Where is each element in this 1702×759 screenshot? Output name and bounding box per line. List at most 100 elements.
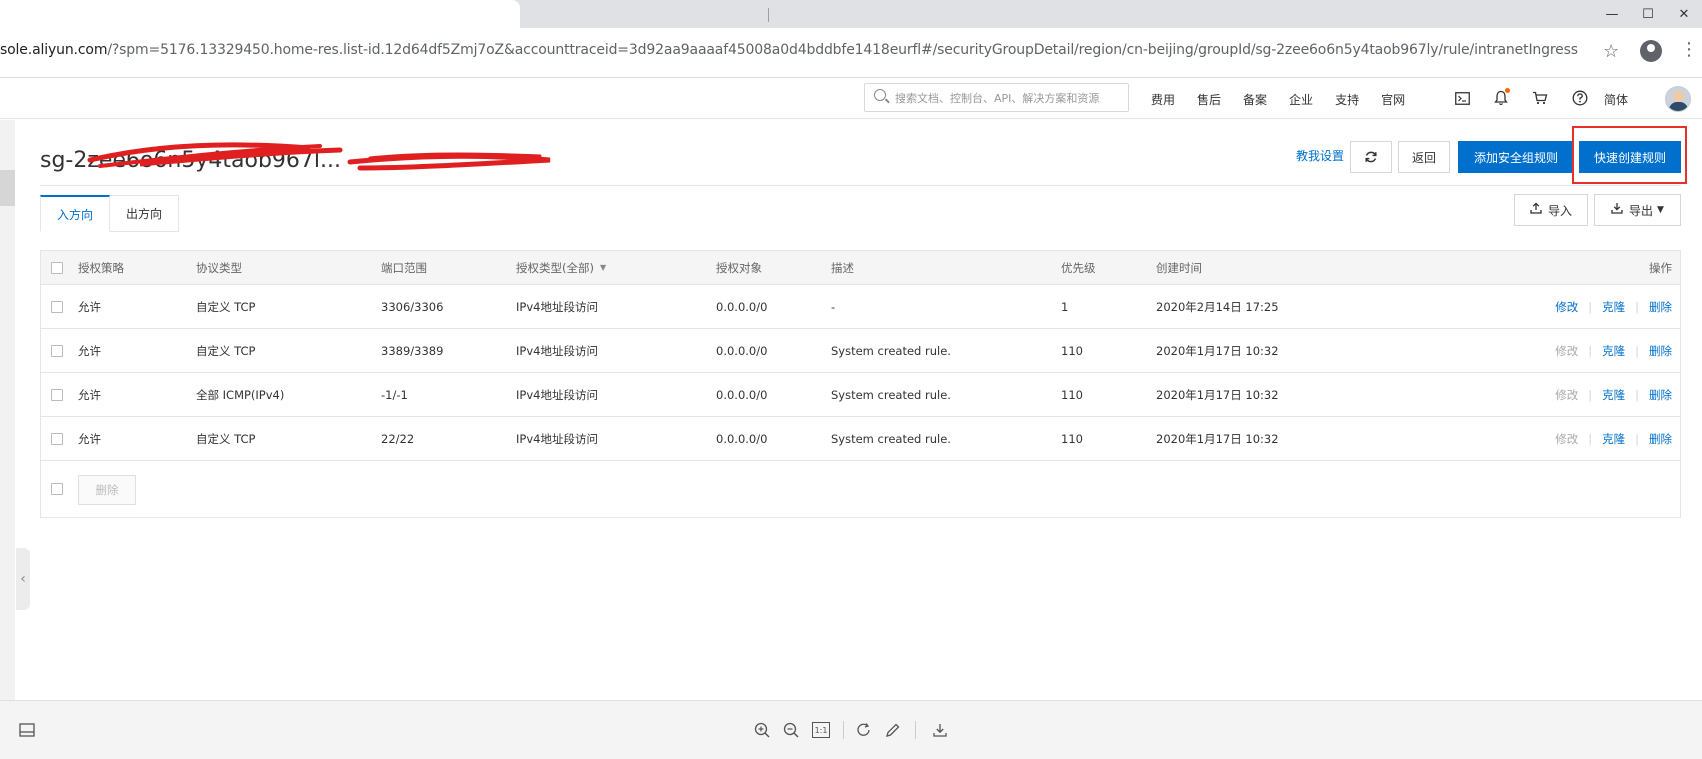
row-checkbox[interactable] — [51, 300, 63, 313]
column-priority: 优先级 — [1061, 260, 1096, 275]
cell-port: -1/-1 — [381, 387, 408, 402]
table-footer: 删除 — [41, 461, 1680, 517]
cell-created: 2020年1月17日 10:32 — [1156, 431, 1279, 446]
search-icon — [874, 89, 886, 101]
nav-item-billing[interactable]: 费用 — [1151, 91, 1175, 108]
add-security-rule-button[interactable]: 添加安全组规则 — [1458, 141, 1574, 173]
column-created: 创建时间 — [1156, 260, 1202, 275]
nav-item-website[interactable]: 官网 — [1381, 91, 1405, 108]
cell-port: 3389/3389 — [381, 343, 444, 358]
tab-outbound[interactable]: 出方向 — [110, 195, 180, 232]
row-checkbox[interactable] — [51, 388, 63, 401]
refresh-button[interactable] — [1350, 141, 1392, 173]
nav-item-support[interactable]: 支持 — [1335, 91, 1359, 108]
delete-link[interactable]: 删除 — [1649, 387, 1672, 403]
search-input[interactable] — [895, 88, 1123, 108]
zoom-in-icon[interactable] — [751, 719, 773, 741]
delete-link[interactable]: 删除 — [1649, 343, 1672, 359]
delete-link[interactable]: 删除 — [1649, 431, 1672, 447]
clone-link[interactable]: 克隆 — [1602, 387, 1625, 403]
footer-select-all-checkbox[interactable] — [51, 483, 63, 495]
profile-icon[interactable] — [1640, 40, 1662, 62]
cell-priority: 110 — [1061, 431, 1083, 446]
cell-policy: 允许 — [78, 299, 101, 314]
help-setup-link[interactable]: 教我设置 — [1296, 147, 1344, 164]
actual-size-icon[interactable]: 1:1 — [810, 719, 832, 741]
download-icon — [1611, 202, 1623, 218]
sidebar-expand-handle[interactable]: ‹ — [16, 548, 30, 610]
cell-description: System created rule. — [831, 431, 951, 446]
address-bar: sole.aliyun.com/?spm=5176.13329450.home-… — [0, 28, 1702, 78]
global-search[interactable] — [864, 83, 1129, 112]
cell-priority: 1 — [1061, 299, 1069, 314]
redaction-scribble — [87, 142, 551, 171]
browser-menu-icon[interactable]: ⋮ — [1680, 40, 1698, 60]
caret-down-icon: ▼ — [1657, 205, 1664, 215]
row-operations: 修改 | 克隆 | 删除 — [1555, 431, 1672, 447]
nav-item-aftersales[interactable]: 售后 — [1197, 91, 1221, 108]
cell-port: 3306/3306 — [381, 299, 444, 314]
terminal-icon[interactable] — [1452, 88, 1472, 108]
clone-link[interactable]: 克隆 — [1602, 343, 1625, 359]
cell-created: 2020年2月14日 17:25 — [1156, 299, 1279, 314]
column-protocol: 协议类型 — [196, 260, 242, 275]
cell-auth-object: 0.0.0.0/0 — [716, 299, 768, 314]
tab-inbound[interactable]: 入方向 — [40, 195, 111, 232]
row-checkbox[interactable] — [51, 344, 63, 357]
avatar[interactable] — [1665, 86, 1691, 112]
close-icon[interactable]: ✕ — [1666, 0, 1702, 28]
window-controls: — ☐ ✕ — [1594, 0, 1702, 28]
security-rules-table: 授权策略 协议类型 端口范围 授权类型(全部) ▼ 授权对象 描述 优先级 创建时… — [40, 250, 1681, 518]
nav-item-icp[interactable]: 备案 — [1243, 91, 1267, 108]
upload-icon — [1530, 202, 1542, 218]
cell-priority: 110 — [1061, 343, 1083, 358]
column-auth-type-filter[interactable]: 授权类型(全部) ▼ — [516, 251, 606, 284]
nav-links: 费用 售后 备案 企业 支持 官网 — [1140, 79, 1416, 119]
left-sidebar-active-marker — [0, 170, 15, 206]
browser-tab-active[interactable] — [0, 0, 520, 28]
cart-icon[interactable] — [1530, 88, 1550, 108]
download-icon[interactable] — [929, 719, 951, 741]
help-icon[interactable] — [1570, 88, 1590, 108]
select-all-checkbox[interactable] — [51, 261, 63, 274]
header-divider — [40, 185, 1681, 186]
cell-auth-type: IPv4地址段访问 — [516, 343, 598, 358]
column-port: 端口范围 — [381, 260, 427, 275]
batch-delete-button[interactable]: 删除 — [78, 475, 136, 505]
viewer-toolbar: 1:1 — [0, 700, 1702, 759]
row-operations: 修改 | 克隆 | 删除 — [1555, 343, 1672, 359]
pencil-icon[interactable] — [882, 719, 904, 741]
clone-link[interactable]: 克隆 — [1602, 299, 1625, 315]
cell-protocol: 全部 ICMP(IPv4) — [196, 387, 285, 402]
cell-auth-object: 0.0.0.0/0 — [716, 343, 768, 358]
bookmark-star-icon[interactable]: ☆ — [1603, 41, 1619, 62]
quick-create-rule-button[interactable]: 快速创建规则 — [1579, 141, 1681, 173]
bell-icon[interactable] — [1491, 88, 1511, 108]
left-sidebar-strip — [0, 120, 15, 700]
toolbar-separator — [843, 721, 844, 739]
column-policy: 授权策略 — [78, 260, 124, 275]
row-operations: 修改 | 克隆 | 删除 — [1555, 299, 1672, 315]
export-dropdown-button[interactable]: 导出 ▼ — [1594, 194, 1681, 226]
url-host: sole.aliyun.com — [0, 42, 108, 58]
toolbar-separator — [915, 721, 916, 739]
edit-link[interactable]: 修改 — [1555, 299, 1578, 315]
language-switch[interactable]: 简体 — [1604, 91, 1628, 108]
browser-tab-inactive[interactable] — [528, 0, 798, 28]
direction-tabs: 入方向 出方向 — [40, 195, 180, 232]
clone-link[interactable]: 克隆 — [1602, 431, 1625, 447]
row-checkbox[interactable] — [51, 432, 63, 445]
import-button[interactable]: 导入 — [1514, 194, 1588, 226]
maximize-icon[interactable]: ☐ — [1630, 0, 1666, 28]
rotate-icon[interactable] — [853, 719, 875, 741]
cell-port: 22/22 — [381, 431, 415, 446]
browser-titlebar: — ☐ ✕ — [0, 0, 1702, 28]
nav-item-enterprise[interactable]: 企业 — [1289, 91, 1313, 108]
cell-created: 2020年1月17日 10:32 — [1156, 387, 1279, 402]
back-button[interactable]: 返回 — [1398, 141, 1450, 173]
minimize-icon[interactable]: — — [1594, 0, 1630, 28]
panel-toggle-icon[interactable] — [16, 719, 38, 741]
zoom-out-icon[interactable] — [780, 719, 802, 741]
url-field[interactable]: sole.aliyun.com/?spm=5176.13329450.home-… — [0, 42, 1578, 58]
delete-link[interactable]: 删除 — [1649, 299, 1672, 315]
